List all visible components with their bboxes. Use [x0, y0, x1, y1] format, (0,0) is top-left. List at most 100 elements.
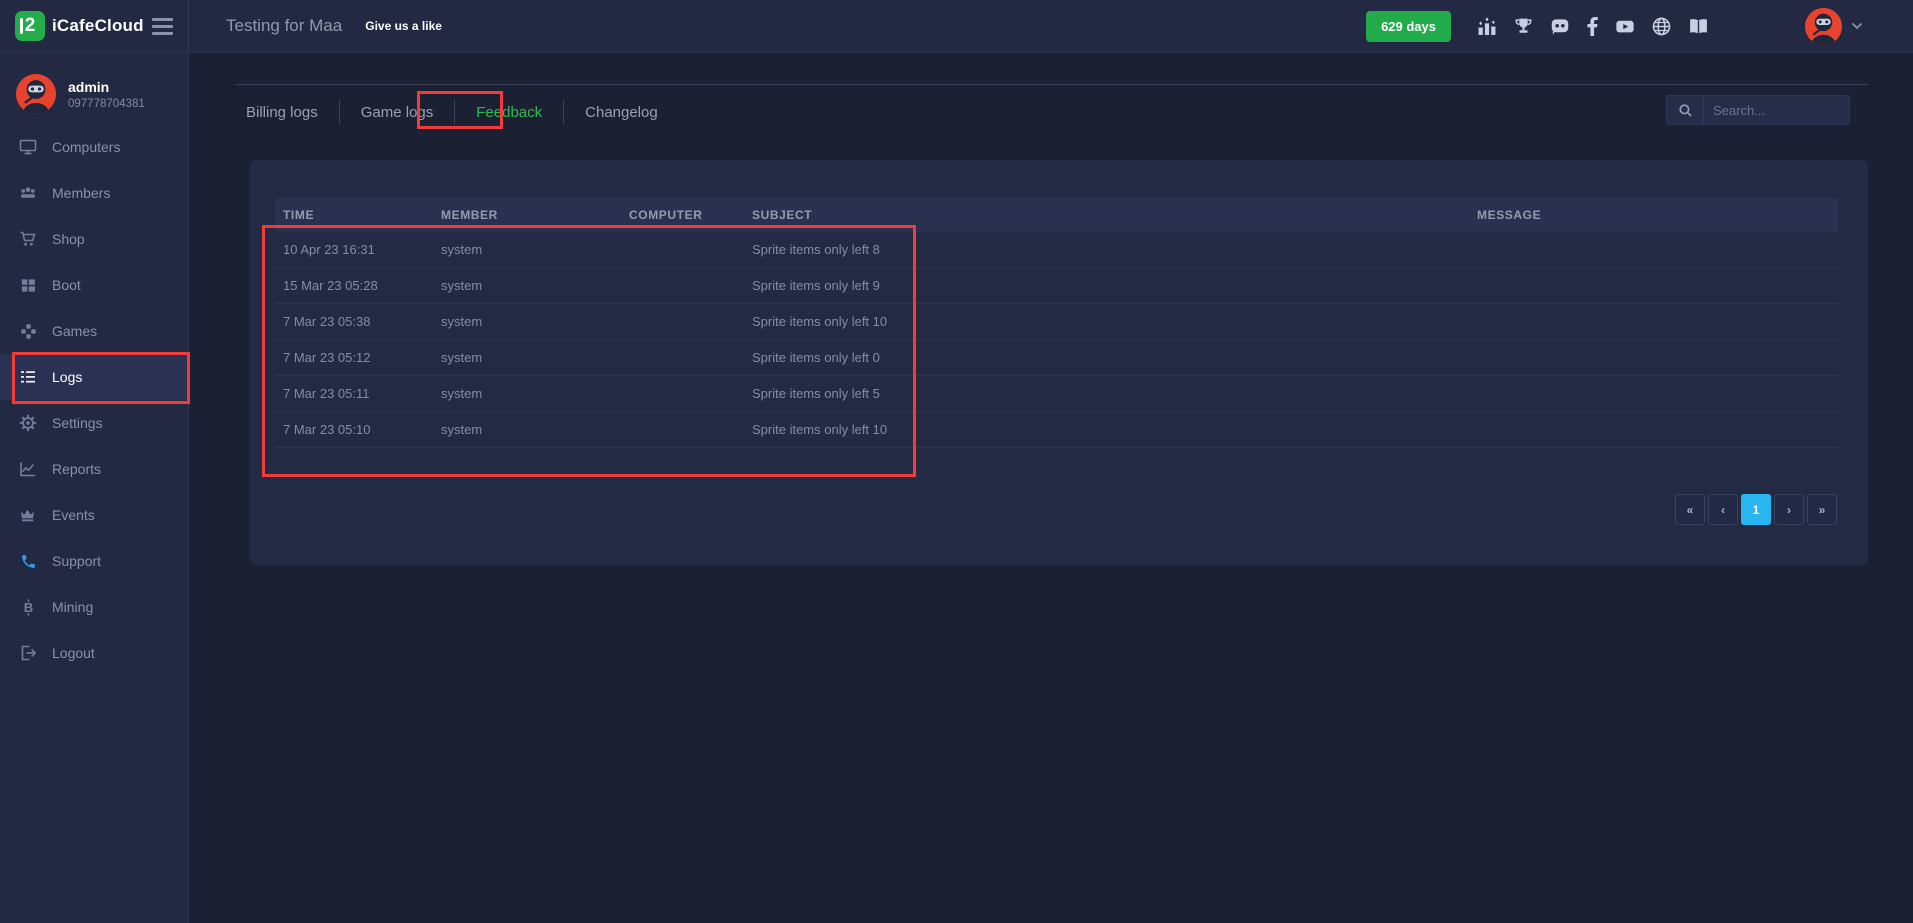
table-row: 15 Mar 23 05:28 system Sprite items only… [275, 268, 1838, 304]
tab-game-logs[interactable]: Game logs [340, 104, 455, 121]
tab-feedback[interactable]: Feedback [455, 104, 563, 121]
cell-time: 7 Mar 23 05:11 [283, 386, 370, 401]
pagination-last-button[interactable]: » [1807, 494, 1837, 525]
sidebar-item-reports[interactable]: Reports [0, 446, 188, 492]
main-content: Billing logs Game logs Feedback Changelo… [189, 53, 1913, 923]
cell-time: 7 Mar 23 05:12 [283, 350, 371, 365]
hamburger-menu-icon[interactable] [152, 17, 173, 35]
table-row: 7 Mar 23 05:10 system Sprite items only … [275, 412, 1838, 448]
profile-name: admin [68, 78, 110, 95]
brand-logo[interactable]: 2 iCafeCloud [15, 11, 144, 41]
discord-icon[interactable] [1550, 17, 1570, 36]
sidebar-item-support[interactable]: Support [0, 538, 188, 584]
facebook-icon[interactable] [1587, 16, 1598, 36]
sidebar-item-label: Reports [52, 461, 102, 477]
ranking-icon[interactable] [1477, 16, 1497, 36]
cell-member: system [441, 242, 483, 257]
column-header-computer: COMPUTER [629, 208, 703, 222]
globe-icon[interactable] [1652, 17, 1671, 36]
cell-subject: Sprite items only left 8 [752, 242, 880, 257]
sidebar-item-label: Events [52, 507, 95, 523]
cell-subject: Sprite items only left 9 [752, 278, 880, 293]
content-divider [235, 84, 1868, 85]
sidebar-item-computers[interactable]: Computers [0, 124, 188, 170]
table-body: 10 Apr 23 16:31 system Sprite items only… [275, 232, 1838, 448]
gamepad-icon [19, 322, 37, 340]
cell-subject: Sprite items only left 10 [752, 314, 888, 329]
topbar-icons [1477, 16, 1709, 36]
sidebar-item-members[interactable]: Members [0, 170, 188, 216]
sidebar-item-label: Logs [52, 369, 83, 385]
tab-billing-logs[interactable]: Billing logs [246, 104, 339, 121]
sidebar-item-logs[interactable]: Logs [0, 354, 188, 400]
bitcoin-icon: B [19, 598, 37, 616]
logo-area: 2 iCafeCloud [0, 0, 189, 52]
sidebar-item-settings[interactable]: Settings [0, 400, 188, 446]
sidebar-item-label: Logout [52, 645, 95, 661]
cell-member: system [441, 278, 483, 293]
gear-icon [19, 414, 37, 432]
brand-logo-icon: 2 [15, 11, 45, 41]
sidebar-item-label: Support [52, 553, 102, 569]
sidebar-item-boot[interactable]: Boot [0, 262, 188, 308]
pagination-page-1-button[interactable]: 1 [1741, 494, 1771, 525]
column-header-time: TIME [283, 208, 315, 222]
avatar[interactable] [1805, 7, 1842, 45]
table-row: 10 Apr 23 16:31 system Sprite items only… [275, 232, 1838, 268]
sidebar-item-label: Mining [52, 599, 94, 615]
cell-time: 7 Mar 23 05:38 [283, 314, 371, 329]
monitor-icon [19, 138, 37, 156]
sidebar-item-label: Members [52, 185, 111, 201]
table-row: 7 Mar 23 05:11 system Sprite items only … [275, 376, 1838, 412]
trophy-icon[interactable] [1514, 17, 1533, 36]
cell-member: system [441, 350, 483, 365]
sidebar-item-events[interactable]: Events [0, 492, 188, 538]
search-box [1666, 95, 1850, 125]
pagination-prev-button[interactable]: ‹ [1708, 494, 1738, 525]
sidebar-item-label: Settings [52, 415, 103, 431]
search-input[interactable] [1704, 102, 1834, 118]
sidebar-item-label: Boot [52, 277, 81, 293]
column-header-subject: SUBJECT [752, 208, 813, 222]
table-header: TIME MEMBER COMPUTER SUBJECT MESSAGE [275, 198, 1838, 232]
topbar-right: 629 days [1366, 7, 1913, 45]
pagination: « ‹ 1 › » [1675, 494, 1837, 525]
tab-changelog[interactable]: Changelog [564, 104, 679, 121]
cafe-title: Testing for Maa [226, 16, 343, 35]
feedback-panel: TIME MEMBER COMPUTER SUBJECT MESSAGE 10 … [250, 160, 1868, 565]
members-icon [19, 184, 37, 202]
pagination-first-button[interactable]: « [1675, 494, 1705, 525]
cell-member: system [441, 314, 483, 329]
sidebar-item-shop[interactable]: Shop [0, 216, 188, 262]
chevron-down-icon[interactable] [1851, 22, 1863, 30]
tabs: Billing logs Game logs Feedback Changelo… [246, 95, 679, 129]
list-icon [19, 368, 37, 386]
cell-subject: Sprite items only left 0 [752, 350, 880, 365]
days-remaining-badge[interactable]: 629 days [1366, 10, 1451, 42]
svg-text:B: B [23, 600, 33, 615]
cell-time: 15 Mar 23 05:28 [283, 278, 378, 293]
profile-avatar[interactable] [16, 74, 56, 114]
sidebar-item-mining[interactable]: B Mining [0, 584, 188, 630]
pagination-next-button[interactable]: › [1774, 494, 1804, 525]
search-icon[interactable] [1667, 96, 1704, 124]
sidebar-item-games[interactable]: Games [0, 308, 188, 354]
sidebar-item-label: Games [52, 323, 98, 339]
column-header-member: MEMBER [441, 208, 498, 222]
phone-icon [19, 552, 37, 570]
cell-member: system [441, 422, 483, 437]
book-icon[interactable] [1688, 17, 1709, 36]
line-chart-icon [19, 460, 37, 478]
give-us-a-like-link[interactable]: Give us a like [365, 19, 442, 33]
cell-time: 7 Mar 23 05:10 [283, 422, 371, 437]
sidebar-nav: Computers Members Shop Boot Games Logs S… [0, 124, 188, 676]
topbar: 2 iCafeCloud Testing for Maa Give us a l… [0, 0, 1913, 53]
sidebar-item-logout[interactable]: Logout [0, 630, 188, 676]
user-menu[interactable] [1805, 7, 1863, 45]
brand-name: iCafeCloud [52, 16, 144, 35]
sidebar: admin 097778704381 Computers Members Sho… [0, 53, 189, 923]
profile: admin 097778704381 [0, 53, 188, 114]
youtube-icon[interactable] [1615, 17, 1635, 36]
sidebar-item-label: Shop [52, 231, 85, 247]
cell-member: system [441, 386, 483, 401]
